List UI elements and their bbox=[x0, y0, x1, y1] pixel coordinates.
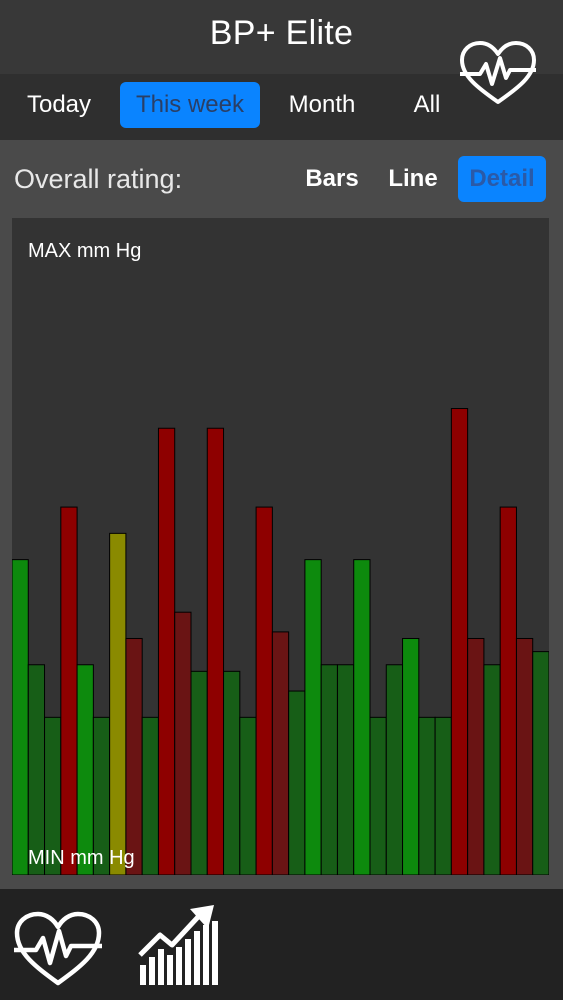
bp-bar-19 bbox=[304, 559, 322, 875]
bp-bar-20 bbox=[320, 664, 338, 875]
bp-bar-18 bbox=[288, 690, 306, 875]
heart-pulse-icon[interactable] bbox=[12, 910, 104, 988]
bp-bar-24 bbox=[385, 664, 404, 875]
bp-bar-16 bbox=[255, 506, 273, 875]
bp-bar-5 bbox=[76, 664, 94, 875]
tab-all[interactable]: All bbox=[396, 82, 458, 128]
bp-bar-23 bbox=[369, 716, 387, 875]
bp-bar-22 bbox=[353, 559, 371, 875]
divider bbox=[0, 875, 563, 889]
bp-bars-svg bbox=[12, 408, 549, 875]
bp-bar-12 bbox=[190, 670, 208, 875]
rating-bar: Overall rating: Bars Line Detail bbox=[0, 140, 563, 218]
tab-this-week[interactable]: This week bbox=[120, 82, 260, 128]
stats-chart-icon[interactable] bbox=[138, 903, 220, 987]
overall-rating-label: Overall rating: bbox=[14, 164, 183, 194]
bp-bar-26 bbox=[418, 716, 436, 875]
tab-today[interactable]: Today bbox=[10, 82, 108, 128]
bp-bar-31 bbox=[499, 506, 517, 875]
bp-bar-28 bbox=[450, 408, 469, 875]
bp-bar-27 bbox=[434, 716, 452, 875]
bp-bar-21 bbox=[336, 664, 355, 875]
bp-bar-33 bbox=[532, 651, 549, 875]
bp-bar-2 bbox=[27, 664, 46, 875]
tab-month[interactable]: Month bbox=[272, 82, 372, 128]
bp-bar-14 bbox=[223, 670, 241, 875]
bp-bar-7 bbox=[109, 532, 127, 875]
bp-bar-15 bbox=[239, 716, 257, 875]
view-mode-bars-button[interactable]: Bars bbox=[296, 156, 368, 202]
bp-bar-10 bbox=[157, 427, 176, 875]
bp-bar-25 bbox=[402, 637, 420, 875]
min-mmhg-label: MIN mm Hg bbox=[28, 847, 135, 869]
bp-bar-1 bbox=[12, 559, 29, 875]
bp-bar-11 bbox=[174, 611, 192, 875]
bp-detail-chart: MAX mm Hg MIN mm Hg bbox=[12, 218, 549, 875]
bp-bar-32 bbox=[515, 637, 534, 875]
bp-bar-17 bbox=[271, 631, 290, 875]
bp-bar-13 bbox=[206, 427, 225, 875]
bp-bar-30 bbox=[483, 664, 501, 875]
bp-bar-4 bbox=[60, 506, 78, 875]
bp-bar-9 bbox=[141, 716, 159, 875]
view-mode-detail-button[interactable]: Detail bbox=[458, 156, 546, 202]
bp-bar-29 bbox=[467, 637, 485, 875]
heart-pulse-icon[interactable] bbox=[458, 40, 538, 106]
max-mmhg-label: MAX mm Hg bbox=[28, 240, 142, 262]
view-mode-line-button[interactable]: Line bbox=[378, 156, 448, 202]
bp-bar-8 bbox=[125, 637, 143, 875]
